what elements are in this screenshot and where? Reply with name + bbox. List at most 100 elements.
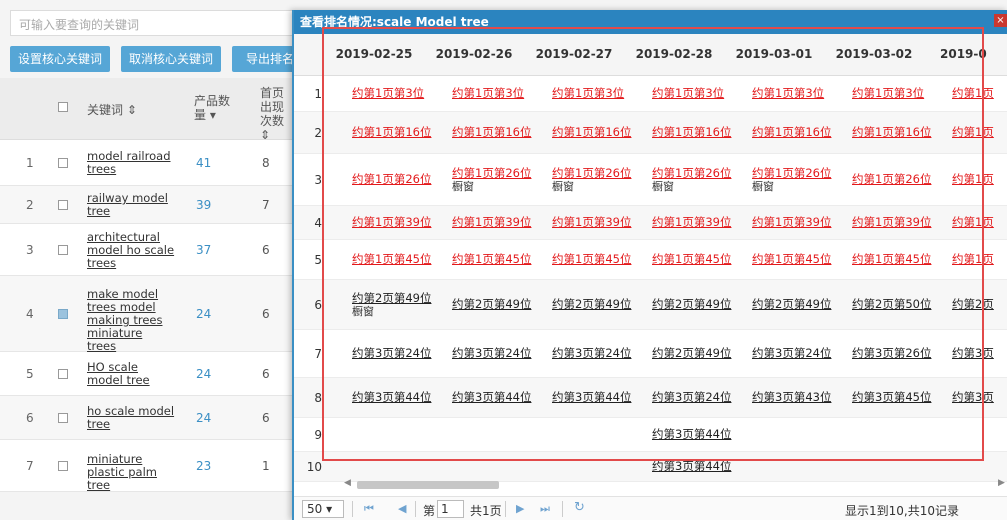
- ranking-link[interactable]: 约第1页第45位: [352, 252, 431, 266]
- header-keyword[interactable]: 关键词 ⇕: [87, 101, 137, 118]
- ranking-link[interactable]: 约第3页: [952, 391, 994, 404]
- ranking-link[interactable]: 约第3页第24位: [752, 346, 831, 360]
- set-core-keyword-button[interactable]: 设置核心关键词: [10, 46, 110, 72]
- keyword-link[interactable]: make model trees model making trees mini…: [87, 288, 175, 353]
- keyword-link[interactable]: ho scale model tree: [87, 405, 175, 431]
- keyword-link[interactable]: railway model tree: [87, 192, 175, 218]
- ranking-link[interactable]: 约第1页第16位: [452, 125, 531, 139]
- scroll-left-icon[interactable]: ◀: [344, 478, 351, 488]
- ranking-link[interactable]: 约第1页第45位: [752, 252, 831, 266]
- ranking-link[interactable]: 约第1页第3位: [652, 86, 724, 100]
- product-count[interactable]: 39: [196, 198, 211, 212]
- ranking-link[interactable]: 约第2页第50位: [852, 297, 931, 311]
- ranking-link[interactable]: 约第1页: [952, 126, 994, 139]
- keyword-row[interactable]: 5 HO scale model tree 24 6: [0, 352, 295, 396]
- date-column-header[interactable]: 2019-0: [940, 47, 1007, 61]
- ranking-link[interactable]: 约第1页第3位: [352, 86, 424, 100]
- ranking-link[interactable]: 约第1页第26位: [352, 172, 431, 186]
- ranking-link[interactable]: 约第1页第16位: [752, 125, 831, 139]
- keyword-row[interactable]: 1 model railroad trees 41 8: [0, 140, 295, 186]
- ranking-link[interactable]: 约第1页第26位: [652, 166, 731, 180]
- ranking-link[interactable]: 约第1页第26位: [752, 166, 831, 180]
- date-column-header[interactable]: 2019-02-27: [526, 47, 622, 61]
- ranking-link[interactable]: 约第1页第39位: [552, 215, 631, 229]
- date-column-header[interactable]: 2019-03-01: [726, 47, 822, 61]
- ranking-link[interactable]: 约第1页第26位: [452, 166, 531, 180]
- close-icon[interactable]: ×: [994, 14, 1007, 27]
- ranking-link[interactable]: 约第3页第26位: [852, 346, 931, 360]
- ranking-link[interactable]: 约第3页第43位: [752, 390, 831, 404]
- row-checkbox[interactable]: [58, 158, 68, 168]
- keyword-row[interactable]: 6 ho scale model tree 24 6: [0, 396, 295, 440]
- ranking-link[interactable]: 约第1页第3位: [852, 86, 924, 100]
- row-checkbox[interactable]: [58, 413, 68, 423]
- page-number-input[interactable]: 1: [437, 500, 464, 518]
- row-checkbox[interactable]: [58, 245, 68, 255]
- page-size-select[interactable]: 50 ▾: [302, 500, 344, 518]
- keyword-row[interactable]: 7 miniature plastic palm tree 23 1: [0, 440, 295, 492]
- select-all-checkbox[interactable]: [58, 102, 68, 112]
- row-checkbox[interactable]: [58, 309, 68, 319]
- ranking-link[interactable]: 约第2页: [952, 298, 994, 311]
- keyword-link[interactable]: architectural model ho scale trees: [87, 230, 175, 270]
- ranking-link[interactable]: 约第1页第16位: [652, 125, 731, 139]
- keyword-row[interactable]: 4 make model trees model making trees min…: [0, 276, 295, 353]
- product-count[interactable]: 41: [196, 156, 211, 170]
- row-checkbox[interactable]: [58, 461, 68, 471]
- first-page-icon[interactable]: ⏮: [364, 502, 374, 516]
- ranking-link[interactable]: 约第2页第49位: [652, 346, 731, 360]
- ranking-link[interactable]: 约第3页第44位: [452, 390, 531, 404]
- ranking-link[interactable]: 约第1页第3位: [452, 86, 524, 100]
- refresh-icon[interactable]: ↻: [574, 500, 585, 515]
- ranking-link[interactable]: 约第1页: [952, 253, 994, 266]
- ranking-link[interactable]: 约第3页第45位: [852, 390, 931, 404]
- scroll-right-icon[interactable]: ▶: [998, 478, 1005, 488]
- ranking-link[interactable]: 约第1页第16位: [852, 125, 931, 139]
- date-column-header[interactable]: 2019-02-28: [626, 47, 722, 61]
- keyword-link[interactable]: model railroad trees: [87, 150, 175, 176]
- ranking-link[interactable]: 约第1页第3位: [552, 86, 624, 100]
- keyword-link[interactable]: HO scale model tree: [87, 361, 175, 387]
- ranking-link[interactable]: 约第1页第26位: [852, 172, 931, 186]
- next-page-icon[interactable]: ▶: [516, 502, 524, 515]
- ranking-link[interactable]: 约第1页第3位: [752, 86, 824, 100]
- date-column-header[interactable]: 2019-03-02: [826, 47, 922, 61]
- ranking-link[interactable]: 约第2页第49位: [552, 297, 631, 311]
- product-count[interactable]: 24: [196, 411, 211, 425]
- ranking-link[interactable]: 约第3页第24位: [552, 346, 631, 360]
- product-count[interactable]: 23: [196, 459, 211, 473]
- last-page-icon[interactable]: ⏭: [540, 502, 550, 516]
- row-checkbox[interactable]: [58, 200, 68, 210]
- keyword-row[interactable]: 2 railway model tree 39 7: [0, 186, 295, 224]
- ranking-link[interactable]: 约第2页第49位: [652, 297, 731, 311]
- ranking-link[interactable]: 约第1页第16位: [552, 125, 631, 139]
- ranking-link[interactable]: 约第3页第24位: [452, 346, 531, 360]
- ranking-link[interactable]: 约第3页第44位: [652, 427, 731, 441]
- ranking-link[interactable]: 约第3页第44位: [552, 390, 631, 404]
- ranking-link[interactable]: 约第1页第39位: [452, 215, 531, 229]
- ranking-link[interactable]: 约第2页第49位: [752, 297, 831, 311]
- product-count[interactable]: 24: [196, 367, 211, 381]
- date-column-header[interactable]: 2019-02-26: [426, 47, 522, 61]
- ranking-link[interactable]: 约第1页第39位: [352, 215, 431, 229]
- ranking-link[interactable]: 约第1页: [952, 87, 994, 100]
- prev-page-icon[interactable]: ◀: [398, 502, 406, 515]
- ranking-link[interactable]: 约第3页: [952, 347, 994, 360]
- ranking-link[interactable]: 约第1页第39位: [652, 215, 731, 229]
- keyword-link[interactable]: miniature plastic palm tree: [87, 453, 175, 492]
- ranking-link[interactable]: 约第1页第39位: [852, 215, 931, 229]
- header-first-page-count[interactable]: 首页出现次数 ⇕: [260, 86, 294, 142]
- ranking-link[interactable]: 约第2页第49位: [452, 297, 531, 311]
- ranking-link[interactable]: 约第3页第44位: [352, 390, 431, 404]
- ranking-link[interactable]: 约第1页第16位: [352, 125, 431, 139]
- ranking-link[interactable]: 约第2页第49位: [352, 291, 431, 305]
- ranking-link[interactable]: 约第1页第45位: [852, 252, 931, 266]
- ranking-link[interactable]: 约第1页第45位: [652, 252, 731, 266]
- date-column-header[interactable]: 2019-02-25: [326, 47, 422, 61]
- scroll-thumb[interactable]: [357, 481, 499, 489]
- keyword-row[interactable]: 3 architectural model ho scale trees 37 6: [0, 224, 295, 276]
- ranking-link[interactable]: 约第1页: [952, 173, 994, 186]
- ranking-link[interactable]: 约第1页第45位: [552, 252, 631, 266]
- ranking-link[interactable]: 约第1页第26位: [552, 166, 631, 180]
- ranking-link[interactable]: 约第1页第45位: [452, 252, 531, 266]
